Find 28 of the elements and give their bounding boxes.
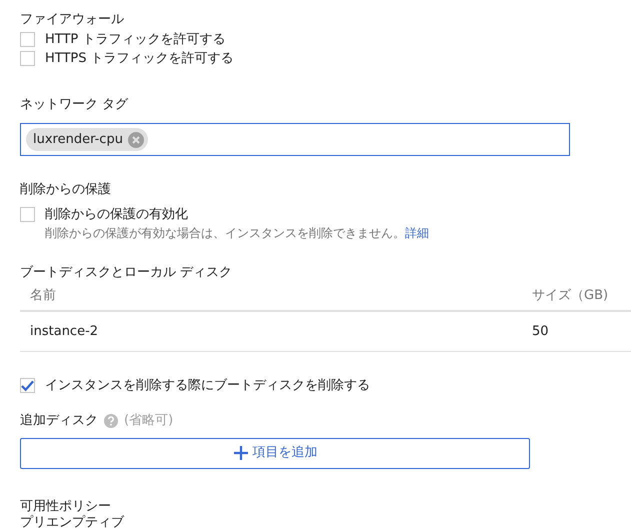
checkbox-label: HTTPS トラフィックを許可する [45,50,234,68]
section-label: 追加ディスク [20,412,98,430]
remove-icon[interactable] [128,132,144,148]
tag-chip: luxrender-cpu [26,128,148,152]
checkbox[interactable] [20,32,35,46]
section-label: 可用性ポリシー [20,498,112,514]
details-link[interactable]: 詳細 [405,226,429,240]
table-cell-text: 50 [532,322,549,340]
column-header: サイズ（GB) [532,287,608,305]
checkbox[interactable] [20,378,35,393]
policy-value: プリエンプティブ [20,514,126,529]
table-cell-text: instance-2 [30,322,100,340]
plus-icon [232,445,248,461]
help-icon[interactable] [104,414,118,428]
checkbox-label: 削除からの保護の有効化 [45,206,188,224]
section-label: ファイアウォール [20,11,124,29]
checkbox[interactable] [20,206,35,222]
checkbox-label: インスタンスを削除する際にブートディスクを削除する [45,377,370,395]
column-header: 名前 [30,287,57,305]
add-item-button[interactable]: 項目を追加 [20,438,530,468]
checkbox[interactable] [20,50,35,66]
tag-input-field[interactable]: luxrender-cpu [20,123,570,156]
help-text: 削除からの保護が有効な場合は、インスタンスを削除できません。詳細 [45,224,430,242]
checkbox-label: HTTP トラフィックを許可する [45,30,226,48]
field-label: ネットワーク タグ [20,96,128,114]
section-label: 削除からの保護 [20,181,111,199]
section-label: ブートディスクとローカル ディスク [20,264,232,282]
optional-label: (省略可) [124,412,174,430]
